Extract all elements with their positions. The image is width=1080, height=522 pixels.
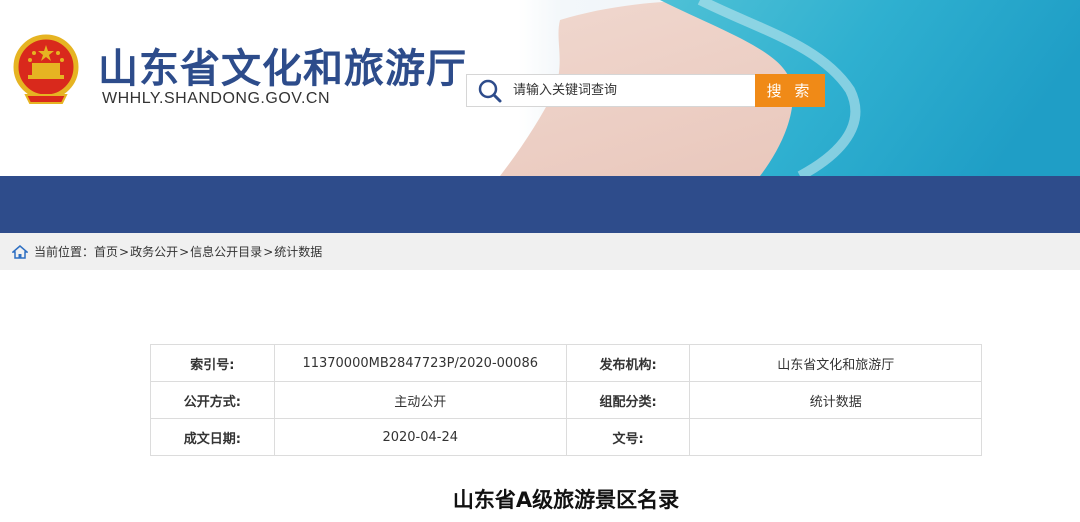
category-label: 组配分类:	[565, 381, 691, 419]
breadcrumb-separator: >	[263, 244, 274, 259]
breadcrumb-home[interactable]: 首页	[94, 243, 118, 260]
site-title[interactable]: 山东省文化和旅游厅	[98, 36, 467, 94]
breadcrumb-gov-affairs[interactable]: 政务公开	[130, 243, 178, 260]
search-button[interactable]: 搜 索	[755, 74, 825, 107]
issue-date-label: 成文日期:	[150, 418, 275, 456]
publisher-value: 山东省文化和旅游厅	[689, 344, 982, 382]
home-icon	[12, 244, 28, 259]
table-row: 索引号: 11370000MB2847723P/2020-00086 发布机构:…	[150, 344, 982, 382]
site-domain: WHHLY.SHANDONG.GOV.CN	[102, 90, 331, 107]
breadcrumb: 当前位置： 首页 > 政务公开 > 信息公开目录 > 统计数据	[0, 233, 1080, 270]
breadcrumb-separator: >	[119, 244, 130, 259]
index-number-label: 索引号:	[150, 344, 275, 382]
search-input[interactable]	[513, 76, 749, 105]
document-number-value	[689, 418, 982, 456]
document-info-table: 索引号: 11370000MB2847723P/2020-00086 发布机构:…	[150, 344, 982, 456]
index-number-value: 11370000MB2847723P/2020-00086	[273, 344, 567, 382]
search-box	[466, 74, 756, 107]
disclosure-method-label: 公开方式:	[150, 381, 275, 419]
table-row: 成文日期: 2020-04-24 文号:	[150, 418, 982, 456]
nav-band	[0, 176, 1080, 233]
article-title: 山东省A级旅游景区名录	[452, 488, 680, 512]
issue-date-value: 2020-04-24	[273, 418, 567, 456]
category-value: 统计数据	[689, 381, 982, 419]
disclosure-method-value: 主动公开	[273, 381, 567, 419]
breadcrumb-info-catalog[interactable]: 信息公开目录	[190, 243, 262, 260]
breadcrumb-separator: >	[179, 244, 190, 259]
breadcrumb-statistics[interactable]: 统计数据	[274, 243, 322, 260]
document-number-label: 文号:	[565, 418, 691, 456]
publisher-label: 发布机构:	[565, 344, 691, 382]
magnifier-icon[interactable]	[467, 75, 513, 106]
table-row: 公开方式: 主动公开 组配分类: 统计数据	[150, 381, 982, 419]
breadcrumb-label: 当前位置：	[34, 245, 95, 259]
national-emblem-icon	[13, 34, 79, 104]
